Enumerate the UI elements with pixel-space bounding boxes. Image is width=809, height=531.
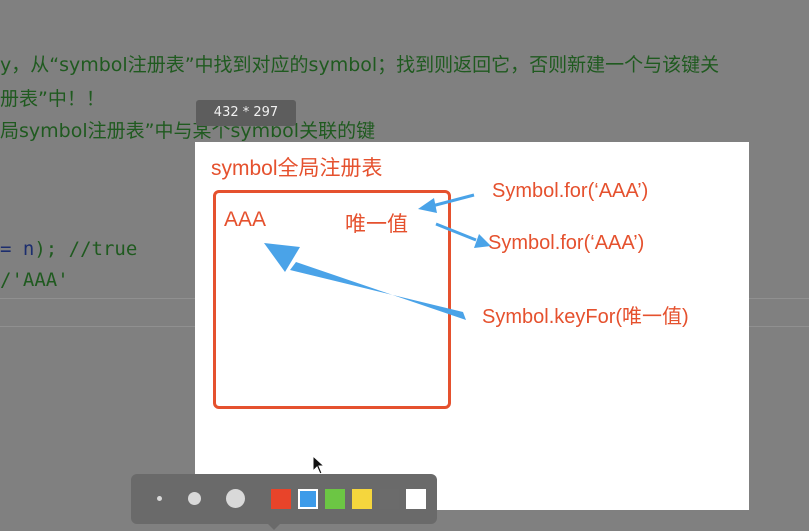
drawing-toolbar — [131, 474, 437, 524]
color-swatch-gray[interactable] — [379, 489, 399, 509]
color-swatch-blue[interactable] — [298, 489, 318, 509]
color-swatch-red[interactable] — [271, 489, 291, 509]
brush-size-small-button[interactable] — [157, 496, 162, 501]
color-swatch-white[interactable] — [406, 489, 426, 509]
brush-size-large-button[interactable] — [226, 489, 245, 508]
arrow-value-to-for2[interactable] — [435, 222, 491, 248]
color-swatch-yellow[interactable] — [352, 489, 372, 509]
arrow-keyfor-to-key[interactable] — [264, 243, 466, 320]
toolbar-pointer — [266, 522, 282, 530]
annotation-arrows — [264, 193, 491, 320]
mouse-cursor-icon — [312, 455, 326, 475]
brush-size-medium-button[interactable] — [188, 492, 201, 505]
color-swatch-green[interactable] — [325, 489, 345, 509]
arrow-for1-to-value[interactable] — [418, 193, 475, 213]
